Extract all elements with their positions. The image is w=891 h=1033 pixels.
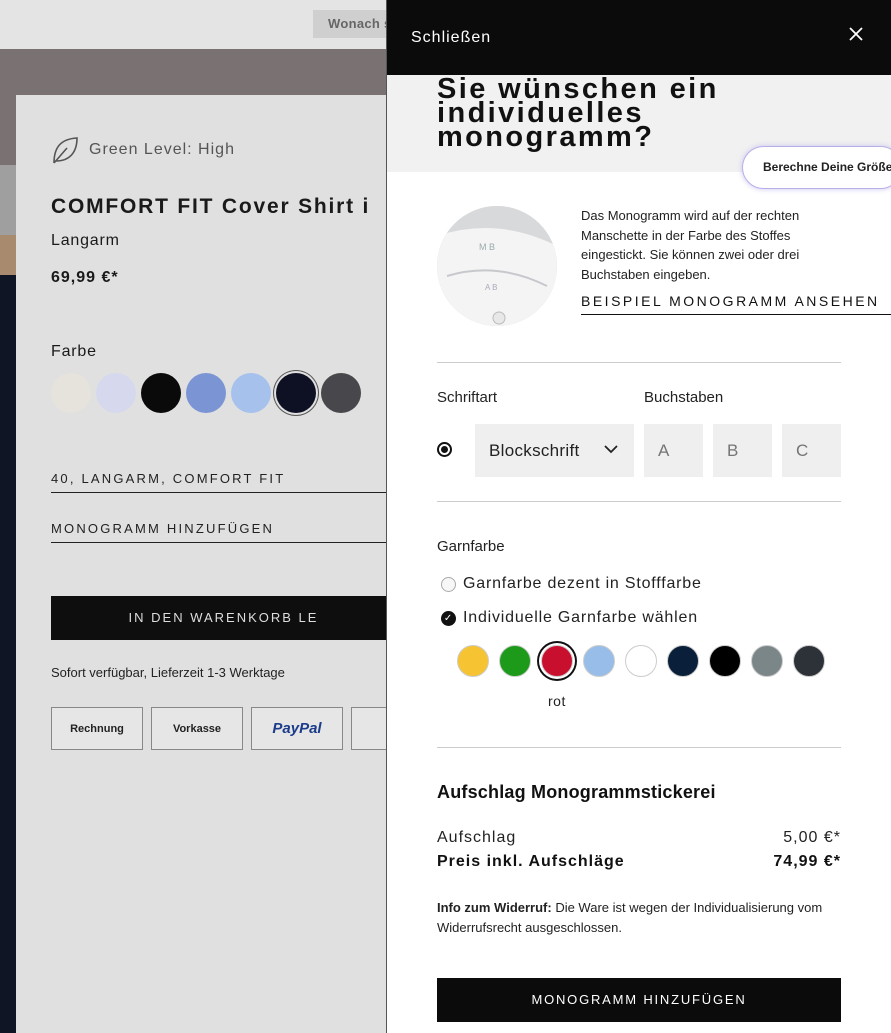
color-swatch[interactable]: [321, 373, 361, 413]
thread-option-custom[interactable]: ✓ Individuelle Garnfarbe wählen: [441, 609, 698, 627]
add-monogram-link[interactable]: MONOGRAMM HINZUFÜGEN: [51, 521, 396, 543]
color-swatches: [51, 373, 361, 413]
add-to-cart-button[interactable]: IN DEN WARENKORB LE: [51, 596, 396, 640]
green-level-text: Green Level: High: [89, 141, 235, 158]
letter-input-2[interactable]: [713, 424, 772, 477]
product-image: [0, 275, 16, 1033]
thread-color-swatch[interactable]: [667, 645, 699, 677]
color-swatch[interactable]: [141, 373, 181, 413]
letter-input-1[interactable]: [644, 424, 703, 477]
font-select-value: Blockschrift: [489, 441, 580, 460]
surcharge-title: Aufschlag Monogrammstickerei: [437, 782, 716, 802]
divider: [437, 747, 841, 748]
product-image-strip: [0, 235, 16, 275]
color-swatch[interactable]: [51, 373, 91, 413]
thread-option-custom-label: Individuelle Garnfarbe wählen: [463, 609, 698, 626]
monogram-sample-image: M B A B: [437, 206, 557, 326]
color-swatch[interactable]: [96, 373, 136, 413]
letters-label: Buchstaben: [644, 389, 724, 406]
thread-option-subtle-label: Garnfarbe dezent in Stofffarbe: [463, 575, 702, 592]
font-label: Schriftart: [437, 389, 498, 406]
close-icon[interactable]: [841, 20, 871, 50]
payment-invoice: Rechnung: [51, 707, 143, 750]
chevron-down-icon: [604, 445, 618, 454]
green-level: Green Level: High: [51, 135, 235, 165]
thread-color-label: Garnfarbe: [437, 538, 505, 555]
surcharge-label: Aufschlag: [437, 829, 517, 846]
withdrawal-info: Info zum Widerruf: Die Ware ist wegen de…: [437, 898, 841, 938]
withdrawal-info-title: Info zum Widerruf:: [437, 900, 552, 915]
product-details-panel: Green Level: High COMFORT FIT Cover Shir…: [16, 95, 443, 1033]
thread-color-swatch[interactable]: [709, 645, 741, 677]
product-title: COMFORT FIT Cover Shirt i: [51, 195, 371, 218]
total-label: Preis inkl. Aufschläge: [437, 853, 625, 870]
color-swatch[interactable]: [231, 373, 271, 413]
thread-color-swatch[interactable]: [457, 645, 489, 677]
thread-color-swatch[interactable]: [625, 645, 657, 677]
radio-unchecked[interactable]: [441, 576, 456, 592]
product-image-strip: [0, 165, 16, 235]
color-label: Farbe: [51, 343, 97, 360]
letter-input-3[interactable]: [782, 424, 841, 477]
thread-color-swatch[interactable]: [499, 645, 531, 677]
monogram-drawer: Schließen Sie wünschen ein individuelles…: [386, 0, 891, 1033]
divider: [437, 362, 841, 363]
selected-thread-color-name: rot: [548, 693, 566, 709]
thread-color-swatch[interactable]: [583, 645, 615, 677]
total-row: Preis inkl. Aufschläge 74,99 €*: [437, 853, 841, 871]
leaf-icon: [53, 137, 78, 164]
checkmark-icon[interactable]: ✓: [441, 610, 456, 626]
divider: [437, 501, 841, 502]
surcharge-value: 5,00 €*: [783, 829, 841, 846]
payment-paypal: PayPal: [251, 707, 343, 750]
surcharge-row: Aufschlag 5,00 €*: [437, 829, 841, 847]
total-value: 74,99 €*: [773, 853, 841, 870]
payment-methods: Rechnung Vorkasse PayPal Kre: [51, 707, 443, 750]
color-swatch[interactable]: [186, 373, 226, 413]
monogram-description: Das Monogramm wird auf der rechten Mansc…: [581, 208, 800, 282]
thread-color-swatches: [457, 645, 825, 677]
close-button[interactable]: Schließen: [411, 29, 491, 47]
size-calculator-button[interactable]: Berechne Deine Größe: [742, 146, 891, 189]
product-subtitle: Langarm: [51, 232, 120, 249]
product-price: 69,99 €*: [51, 269, 119, 286]
svg-text:M B: M B: [479, 242, 495, 252]
drawer-heading: Sie wünschen ein individuelles monogramm…: [437, 75, 719, 153]
svg-text:A B: A B: [485, 283, 497, 292]
thread-color-swatch[interactable]: [793, 645, 825, 677]
thread-color-swatch[interactable]: [541, 645, 573, 677]
drawer-header: Schließen: [387, 0, 891, 75]
add-monogram-button[interactable]: MONOGRAMM HINZUFÜGEN: [437, 978, 841, 1022]
size-selector[interactable]: 40, LANGARM, COMFORT FIT: [51, 471, 396, 493]
payment-prepayment: Vorkasse: [151, 707, 243, 750]
color-swatch[interactable]: [276, 373, 316, 413]
thread-color-swatch[interactable]: [751, 645, 783, 677]
delivery-info: Sofort verfügbar, Lieferzeit 1-3 Werktag…: [51, 665, 285, 680]
example-monogram-link[interactable]: BEISPIEL MONOGRAMM ANSEHEN: [581, 293, 891, 315]
font-select[interactable]: Blockschrift: [475, 424, 634, 477]
thread-option-subtle[interactable]: Garnfarbe dezent in Stofffarbe: [441, 575, 702, 593]
monogram-enable-radio[interactable]: [437, 442, 452, 457]
